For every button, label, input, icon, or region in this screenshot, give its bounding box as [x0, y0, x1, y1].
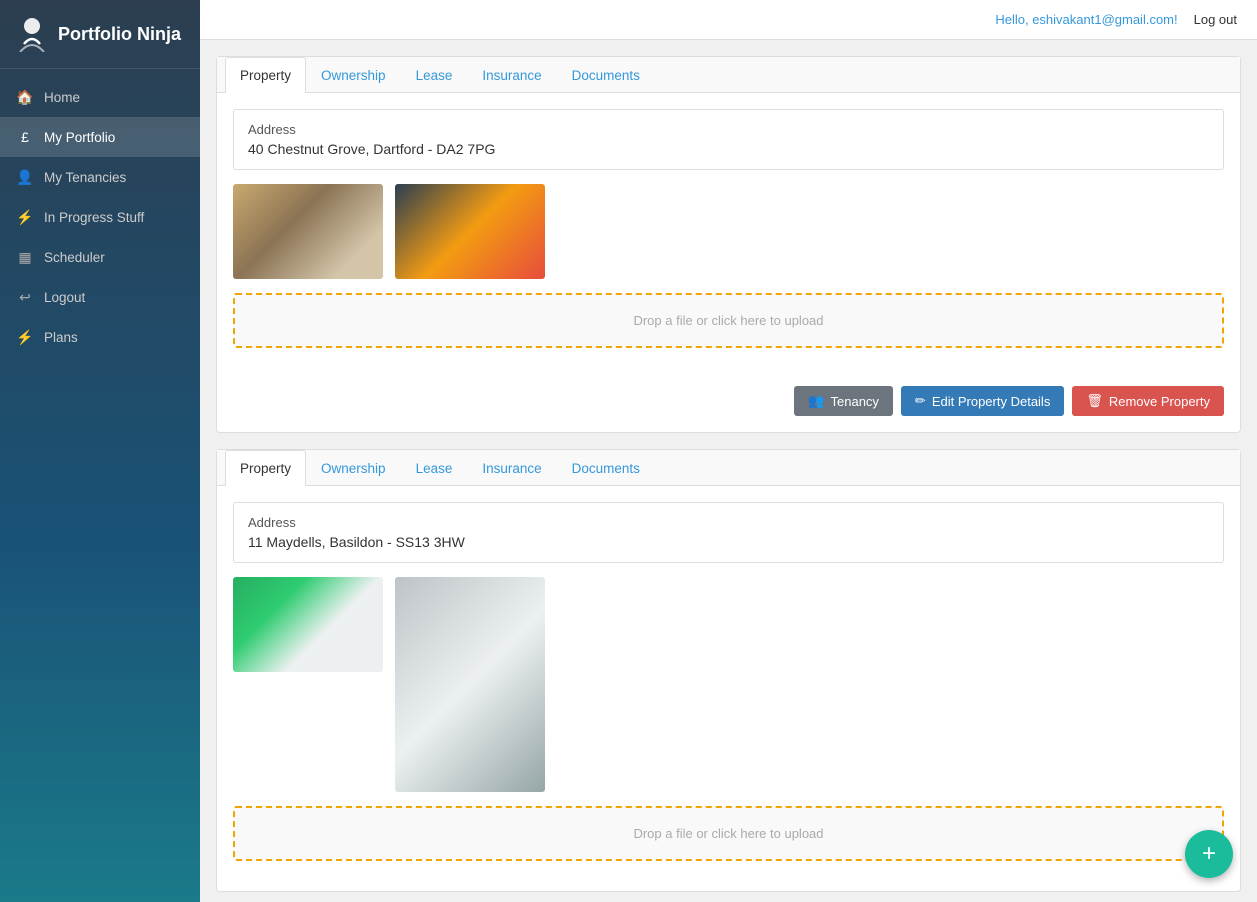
- property-image-1-1[interactable]: [233, 184, 383, 279]
- sidebar-label-home: Home: [44, 90, 80, 105]
- sidebar: Portfolio Ninja 🏠 Home £ My Portfolio 👤 …: [0, 0, 200, 902]
- sidebar-label-plans: Plans: [44, 330, 78, 345]
- trash-icon-1: 🗑: [1086, 393, 1103, 409]
- header-user-email: Hello, eshivakant1@gmail.com!: [995, 12, 1177, 27]
- address-section-1: Address 40 Chestnut Grove, Dartford - DA…: [233, 109, 1224, 170]
- app-logo: Portfolio Ninja: [0, 0, 200, 69]
- sidebar-item-my-portfolio[interactable]: £ My Portfolio: [0, 117, 200, 157]
- tab-documents-2[interactable]: Documents: [557, 450, 655, 486]
- logo-icon: [14, 16, 50, 52]
- property-image-2-2[interactable]: [395, 577, 545, 792]
- tenancies-icon: 👤: [16, 168, 34, 186]
- home-icon: 🏠: [16, 88, 34, 106]
- sidebar-label-portfolio: My Portfolio: [44, 130, 115, 145]
- upload-area-1[interactable]: Drop a file or click here to upload: [233, 293, 1224, 348]
- portfolio-icon: £: [16, 128, 34, 146]
- property-image-2-1[interactable]: [233, 577, 383, 672]
- card-body-1: Address 40 Chestnut Grove, Dartford - DA…: [217, 93, 1240, 378]
- address-label-1: Address: [248, 122, 1209, 137]
- sidebar-nav: 🏠 Home £ My Portfolio 👤 My Tenancies ⚡ I…: [0, 69, 200, 902]
- tab-bar-1: Property Ownership Lease Insurance Docum…: [217, 57, 1240, 93]
- tab-property-1[interactable]: Property: [225, 57, 306, 93]
- address-value-1: 40 Chestnut Grove, Dartford - DA2 7PG: [248, 141, 1209, 157]
- tab-lease-1[interactable]: Lease: [401, 57, 468, 93]
- plans-icon: ⚡: [16, 328, 34, 346]
- main-content: Hello, eshivakant1@gmail.com! Log out Pr…: [200, 0, 1257, 902]
- property-card-1: Property Ownership Lease Insurance Docum…: [216, 56, 1241, 433]
- logout-icon: ↩: [16, 288, 34, 306]
- top-header: Hello, eshivakant1@gmail.com! Log out: [200, 0, 1257, 40]
- sidebar-label-progress: In Progress Stuff: [44, 210, 144, 225]
- address-label-2: Address: [248, 515, 1209, 530]
- edit-icon-1: ✏: [915, 393, 926, 409]
- tab-documents-1[interactable]: Documents: [557, 57, 655, 93]
- tab-bar-2: Property Ownership Lease Insurance Docum…: [217, 450, 1240, 486]
- sidebar-item-logout[interactable]: ↩ Logout: [0, 277, 200, 317]
- tab-lease-2[interactable]: Lease: [401, 450, 468, 486]
- tenancy-icon-1: 👥: [808, 393, 824, 409]
- fab-add-button[interactable]: +: [1185, 830, 1233, 878]
- progress-icon: ⚡: [16, 208, 34, 226]
- address-value-2: 11 Maydells, Basildon - SS13 3HW: [248, 534, 1209, 550]
- images-grid-1: [233, 184, 1224, 279]
- address-section-2: Address 11 Maydells, Basildon - SS13 3HW: [233, 502, 1224, 563]
- tenancy-button-1[interactable]: 👥 Tenancy: [794, 386, 893, 416]
- property-card-2: Property Ownership Lease Insurance Docum…: [216, 449, 1241, 892]
- tab-property-2[interactable]: Property: [225, 450, 306, 486]
- sidebar-item-scheduler[interactable]: ▦ Scheduler: [0, 237, 200, 277]
- card-body-2: Address 11 Maydells, Basildon - SS13 3HW…: [217, 486, 1240, 891]
- property-image-1-2[interactable]: [395, 184, 545, 279]
- tab-insurance-2[interactable]: Insurance: [467, 450, 556, 486]
- sidebar-item-my-tenancies[interactable]: 👤 My Tenancies: [0, 157, 200, 197]
- logout-link[interactable]: Log out: [1194, 12, 1237, 27]
- tab-insurance-1[interactable]: Insurance: [467, 57, 556, 93]
- tab-ownership-1[interactable]: Ownership: [306, 57, 401, 93]
- scheduler-icon: ▦: [16, 248, 34, 266]
- sidebar-item-in-progress[interactable]: ⚡ In Progress Stuff: [0, 197, 200, 237]
- images-grid-2: [233, 577, 1224, 792]
- sidebar-item-plans[interactable]: ⚡ Plans: [0, 317, 200, 357]
- sidebar-label-logout: Logout: [44, 290, 85, 305]
- edit-property-button-1[interactable]: ✏ Edit Property Details: [901, 386, 1064, 416]
- remove-property-button-1[interactable]: 🗑 Remove Property: [1072, 386, 1224, 416]
- tab-ownership-2[interactable]: Ownership: [306, 450, 401, 486]
- card-actions-1: 👥 Tenancy ✏ Edit Property Details 🗑 Remo…: [217, 378, 1240, 432]
- sidebar-label-tenancies: My Tenancies: [44, 170, 126, 185]
- upload-area-2[interactable]: Drop a file or click here to upload: [233, 806, 1224, 861]
- sidebar-item-home[interactable]: 🏠 Home: [0, 77, 200, 117]
- sidebar-label-scheduler: Scheduler: [44, 250, 105, 265]
- fab-icon: +: [1202, 840, 1216, 868]
- logo-text: Portfolio Ninja: [58, 24, 181, 45]
